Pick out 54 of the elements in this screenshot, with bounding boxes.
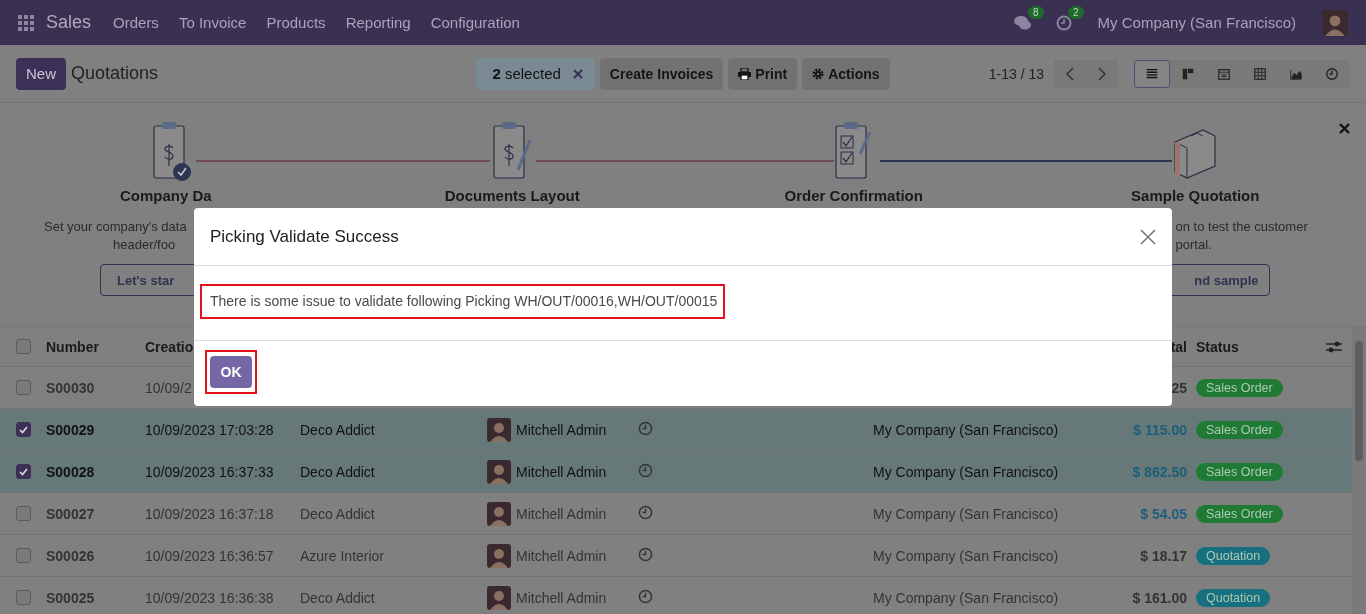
table-cell: My Company (San Francisco)	[873, 547, 1059, 564]
pager: 1-13 / 13	[988, 65, 1044, 82]
step-description: on to test the customer	[1175, 218, 1308, 236]
status-tag: Quotation	[1196, 588, 1271, 607]
table-cell-text: S00026	[46, 547, 96, 564]
table-cell-text: 10/09/2023 16:36:38	[145, 589, 275, 606]
table-cell-text: 10/09/2023 16:36:57	[145, 547, 275, 564]
status-tag: Sales Order	[1196, 462, 1283, 481]
table-cell: Mitchell Admin	[516, 505, 607, 522]
dialog-message: There is some issue to validate following Picking WH/OUT/00016,WH/OUT/00015	[200, 284, 726, 319]
table-cell-text: 10/09/2	[145, 379, 193, 396]
table-cell-text: 10/09/2023 17:03:28	[145, 421, 275, 438]
table-cell: Mitchell Admin	[516, 421, 607, 438]
table-cell-text: $ 862.50	[1131, 463, 1188, 480]
step-description: header/foo	[113, 236, 176, 254]
table-cell: Deco Addict	[300, 463, 375, 480]
table-cell: Mitchell Admin	[516, 547, 607, 564]
table-cell-text: S00029	[46, 421, 96, 438]
table-cell-text: $ 54.05	[1139, 505, 1188, 522]
table-cell-text: $ 115.00	[1132, 421, 1188, 438]
selection-count: 2 selected	[492, 65, 561, 82]
table-cell-text: S00030	[46, 379, 96, 396]
step-title: Sample Quotation	[1131, 187, 1260, 204]
table-cell: Mitchell Admin	[516, 589, 607, 606]
step-description: portal.	[1175, 236, 1212, 254]
table-cell: My Company (San Francisco)	[873, 421, 1059, 438]
status-tag: Sales Order	[1196, 378, 1283, 397]
message-count: 8	[1028, 5, 1044, 19]
table-cell-text: S00028	[46, 463, 96, 480]
table-cell: Deco Addict	[300, 505, 375, 522]
status-tag: Quotation	[1196, 546, 1271, 565]
table-cell-text: S00025	[46, 589, 96, 606]
activity-count: 2	[1068, 5, 1084, 19]
step-description: Set your company's data	[44, 218, 187, 236]
table-cell-text: 10/09/2023 16:37:33	[145, 463, 275, 480]
table-cell-text: $ 161.00	[1131, 589, 1188, 606]
table-cell: Mitchell Admin	[516, 463, 607, 480]
table-cell: My Company (San Francisco)	[873, 589, 1059, 606]
breadcrumb: Quotations	[71, 63, 159, 84]
table-cell: Deco Addict	[300, 421, 375, 438]
status-tag: Sales Order	[1196, 504, 1283, 523]
table-cell: Azure Interior	[300, 547, 385, 564]
step-title: Order Confirmation	[784, 187, 923, 204]
table-cell-text: $ 18.17	[1139, 547, 1188, 564]
table-cell: My Company (San Francisco)	[873, 505, 1059, 522]
table-cell-text: 10/09/2023 16:37:18	[145, 505, 275, 522]
table-cell: Deco Addict	[300, 589, 375, 606]
step-title: Documents Layout	[444, 187, 580, 204]
table-cell-text: 25	[1170, 379, 1188, 396]
table-cell: My Company (San Francisco)	[873, 463, 1059, 480]
table-cell-text: S00027	[46, 505, 96, 522]
dialog-title: Picking Validate Success	[210, 226, 399, 247]
step-title: Company Da	[120, 187, 212, 204]
status-tag: Sales Order	[1196, 420, 1283, 439]
